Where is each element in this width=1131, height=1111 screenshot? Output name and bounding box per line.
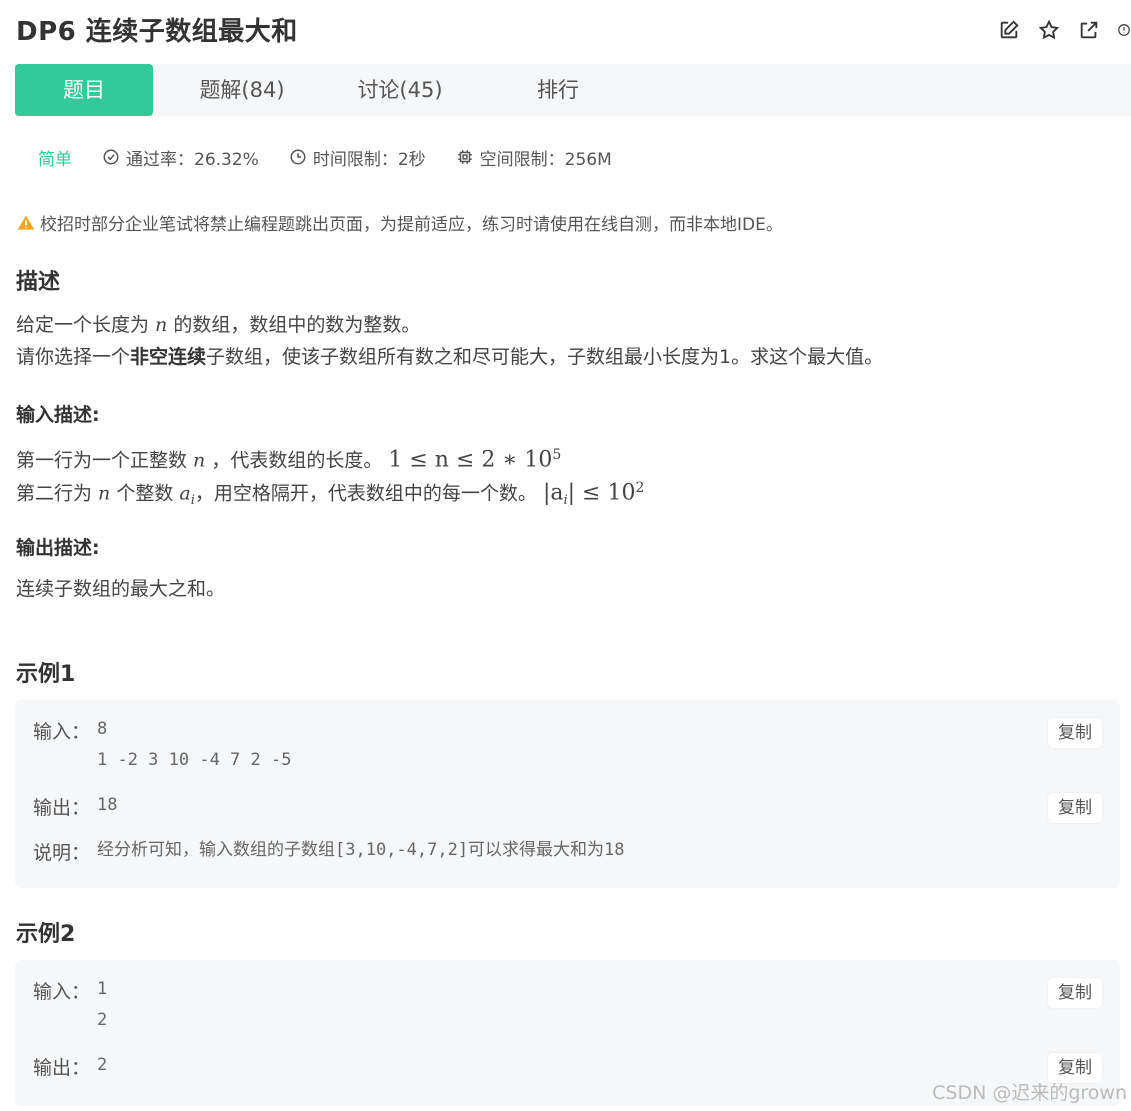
output-label: 输出：	[33, 797, 91, 819]
warning-icon	[17, 215, 35, 230]
chip-icon	[457, 150, 472, 164]
output-label: 输出：	[33, 1057, 91, 1079]
copy-output-button[interactable]: 复制	[1048, 793, 1102, 823]
external-link-icon[interactable]	[1077, 18, 1101, 42]
example-1-input-row: 输入： 8 1 -2 3 10 -4 7 2 -5	[33, 717, 291, 776]
time-limit-text: 时间限制：2秒	[312, 149, 426, 170]
output-desc-heading: 输出描述:	[16, 537, 100, 559]
example-1-heading: 示例1	[16, 662, 76, 687]
problem-title: DP6 连续子数组最大和	[16, 17, 298, 47]
example-1-note: 经分析可知，输入数组的子数组[3,10,-4,7,2]可以求得最大和为18	[97, 840, 625, 860]
example-1-note-row: 说明： 经分析可知，输入数组的子数组[3,10,-4,7,2]可以求得最大和为1…	[33, 838, 625, 866]
edit-icon[interactable]	[997, 18, 1021, 42]
watermark: CSDN @迟来的grown	[932, 1082, 1127, 1104]
output-desc-text: 连续子数组的最大之和。	[16, 578, 226, 600]
pass-rate: 通过率：26.32%	[102, 145, 259, 170]
space-limit-text: 空间限制：256M	[479, 149, 612, 170]
example-2-input: 1 2	[97, 979, 108, 1030]
example-1-output: 18	[97, 795, 118, 815]
problem-meta: 简单 通过率：26.32% 时间限制：2秒 空间限制：256M	[38, 142, 642, 172]
copy-input-button[interactable]: 复制	[1048, 718, 1102, 748]
alert-icon[interactable]	[1117, 18, 1131, 42]
difficulty-badge: 简单	[38, 149, 72, 170]
input-desc-line-2: 第二行为 n 个整数 ai，用空格隔开，代表数组中的每一个数。 |ai| ≤ 1…	[16, 480, 645, 509]
input-label: 输入：	[33, 721, 91, 743]
check-circle-icon	[103, 149, 119, 165]
example-2-output-row: 输出： 2	[33, 1053, 107, 1081]
title-actions	[997, 18, 1131, 42]
example-1-input: 8 1 -2 3 10 -4 7 2 -5	[97, 719, 292, 770]
title-row: DP6 连续子数组最大和	[16, 14, 1131, 50]
input-desc-heading: 输入描述:	[16, 404, 100, 426]
tab-problem[interactable]: 题目	[15, 64, 153, 116]
time-limit: 时间限制：2秒	[289, 145, 426, 170]
description-line-2: 请你选择一个非空连续子数组，使该子数组所有数之和尽可能大，子数组最小长度为1。求…	[16, 346, 884, 368]
description-line-1: 给定一个长度为 n 的数组，数组中的数为整数。	[16, 314, 421, 336]
space-limit: 空间限制：256M	[456, 145, 612, 170]
tab-ranking[interactable]: 排行	[489, 64, 627, 116]
description-heading: 描述	[16, 270, 61, 295]
tab-solutions[interactable]: 题解(84)	[173, 64, 311, 116]
input-label: 输入：	[33, 981, 91, 1003]
example-2-input-row: 输入： 1 2	[33, 977, 107, 1036]
example-2-heading: 示例2	[16, 922, 76, 947]
warning-text: 校招时部分企业笔试将禁止编程题跳出页面，为提前适应，练习时请使用在线自测，而非本…	[40, 215, 783, 235]
tab-discussion[interactable]: 讨论(45)	[331, 64, 469, 116]
pass-rate-text: 通过率：26.32%	[126, 149, 259, 170]
note-label: 说明：	[33, 842, 91, 864]
example-1-output-row: 输出： 18	[33, 793, 117, 821]
tab-bar: 题目 题解(84) 讨论(45) 排行	[15, 64, 1131, 116]
example-2-output: 2	[97, 1055, 108, 1075]
warning-notice: 校招时部分企业笔试将禁止编程题跳出页面，为提前适应，练习时请使用在线自测，而非本…	[16, 210, 783, 235]
star-icon[interactable]	[1037, 18, 1061, 42]
example-1-box: 输入： 8 1 -2 3 10 -4 7 2 -5 复制 输出： 18 复制 说…	[15, 700, 1120, 888]
input-desc-line-1: 第一行为一个正整数 n ，代表数组的长度。 1 ≤ n ≤ 2 ∗ 105	[16, 447, 562, 473]
copy-input-button[interactable]: 复制	[1048, 978, 1102, 1008]
clock-icon	[290, 149, 306, 165]
